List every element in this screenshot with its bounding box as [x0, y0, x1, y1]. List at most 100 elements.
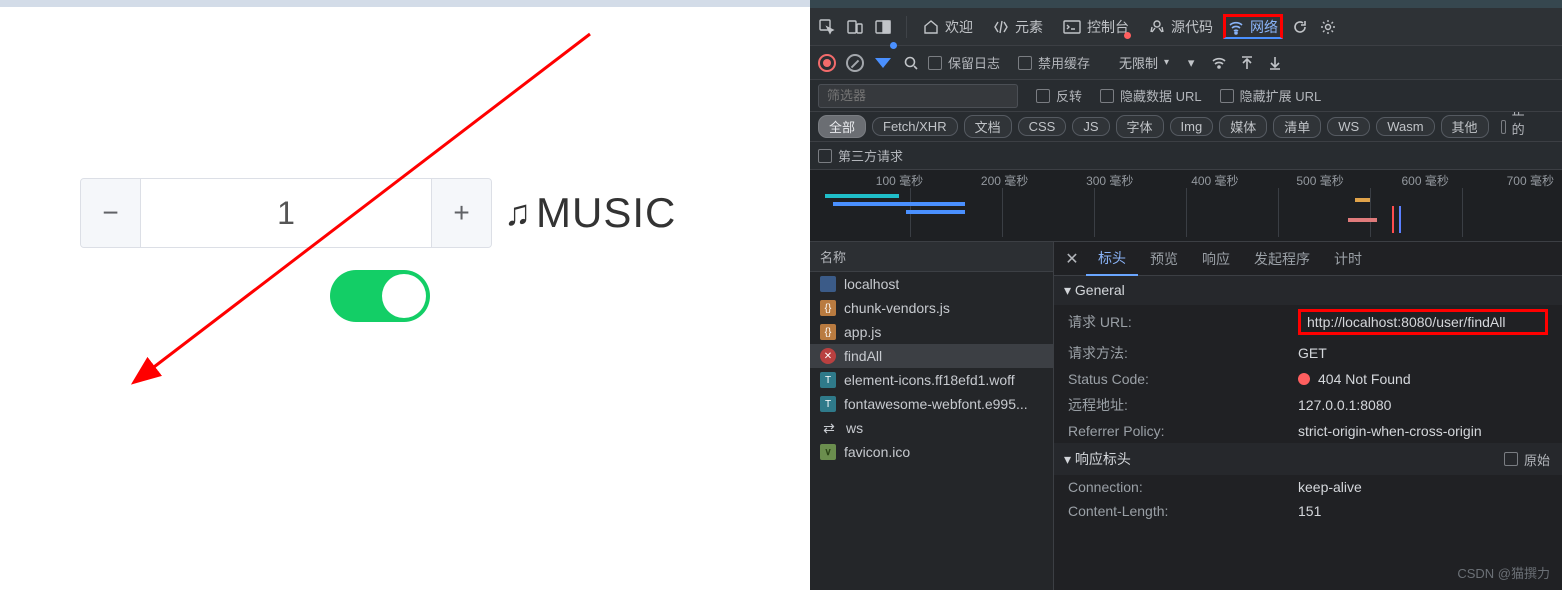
inspect-icon[interactable]	[816, 16, 838, 38]
request-name: findAll	[844, 348, 882, 364]
header-key: 请求 URL:	[1068, 312, 1298, 332]
filter-input[interactable]	[818, 84, 1018, 108]
chip-other[interactable]: 其他	[1441, 115, 1489, 138]
tab-timing[interactable]: 计时	[1322, 243, 1374, 275]
request-row[interactable]: ⇄ws	[810, 416, 1053, 440]
tab-network[interactable]: 网络	[1223, 14, 1283, 39]
settings-icon[interactable]	[1317, 16, 1339, 38]
request-detail: ✕ 标头 预览 响应 发起程序 计时 ▾ General 请求 URL:http…	[1054, 242, 1562, 590]
tab-welcome[interactable]: 欢迎	[913, 13, 983, 41]
request-row[interactable]: ✕findAll	[810, 344, 1053, 368]
request-row[interactable]: Tfontawesome-webfont.e995...	[810, 392, 1053, 416]
file-type-icon	[820, 276, 836, 292]
response-headers-section[interactable]: ▾ 响应标头 原始	[1054, 443, 1562, 475]
request-row[interactable]: localhost	[810, 272, 1053, 296]
header-value: strict-origin-when-cross-origin	[1298, 423, 1548, 439]
status-dot-icon	[1298, 373, 1310, 385]
tab-response[interactable]: 响应	[1190, 243, 1242, 275]
detail-tabs: ✕ 标头 预览 响应 发起程序 计时	[1054, 242, 1562, 276]
request-list-header: 名称	[810, 242, 1053, 272]
chip-ws[interactable]: WS	[1327, 117, 1370, 136]
wifi-icon[interactable]	[1208, 52, 1230, 74]
network-controls: 保留日志 禁用缓存 无限制▾ ▾	[810, 46, 1562, 80]
tab-elements[interactable]: 元素	[983, 13, 1053, 41]
header-value: 404 Not Found	[1298, 371, 1548, 387]
music-label: ♫ MUSIC	[504, 189, 676, 237]
refresh-icon[interactable]	[1289, 16, 1311, 38]
chip-js[interactable]: JS	[1072, 117, 1109, 136]
timeline-tick: 600 毫秒	[1401, 172, 1448, 189]
request-row[interactable]: ∨favicon.ico	[810, 440, 1053, 464]
quantity-value[interactable]: 1	[141, 179, 431, 247]
request-name: ws	[846, 420, 863, 436]
chip-wasm[interactable]: Wasm	[1376, 117, 1434, 136]
file-type-icon: T	[820, 372, 836, 388]
header-value: GET	[1298, 345, 1548, 361]
header-row: Content-Length:151	[1054, 499, 1562, 523]
file-type-icon: {}	[820, 300, 836, 316]
header-row: 远程地址:127.0.0.1:8080	[1054, 391, 1562, 419]
chip-doc[interactable]: 文档	[964, 115, 1012, 138]
tab-preview[interactable]: 预览	[1138, 243, 1190, 275]
network-timeline[interactable]: 100 毫秒 200 毫秒 300 毫秒 400 毫秒 500 毫秒 600 毫…	[810, 170, 1562, 242]
header-value: 151	[1298, 503, 1548, 519]
download-icon[interactable]	[1264, 52, 1286, 74]
header-key: 请求方法:	[1068, 343, 1298, 363]
switch-knob	[382, 274, 426, 318]
chip-css[interactable]: CSS	[1018, 117, 1067, 136]
raw-checkbox[interactable]: 原始	[1504, 450, 1550, 469]
hide-exturl-checkbox[interactable]: 隐藏扩展 URL	[1220, 86, 1322, 105]
request-name: localhost	[844, 276, 899, 292]
chip-fetch[interactable]: Fetch/XHR	[872, 117, 958, 136]
chip-font[interactable]: 字体	[1116, 115, 1164, 138]
chip-all[interactable]: 全部	[818, 115, 866, 138]
header-row: 请求 URL:http://localhost:8080/user/findAl…	[1054, 305, 1562, 339]
timeline-tick: 200 毫秒	[981, 172, 1028, 189]
file-type-icon: T	[820, 396, 836, 412]
request-row[interactable]: {}app.js	[810, 320, 1053, 344]
header-value: 127.0.0.1:8080	[1298, 397, 1548, 413]
dock-icon[interactable]	[872, 16, 894, 38]
caret-down-icon[interactable]: ▾	[1180, 52, 1202, 74]
filter-toggle[interactable]	[872, 52, 894, 74]
toggle-switch[interactable]	[330, 270, 430, 322]
request-row[interactable]: Telement-icons.ff18efd1.woff	[810, 368, 1053, 392]
chip-media[interactable]: 媒体	[1219, 115, 1267, 138]
tab-console[interactable]: 控制台	[1053, 13, 1139, 41]
devtools-panel: 欢迎 元素 控制台 源代码 网络 保留日志 禁用缓存 无限制▾ ▾ 反转 隐	[810, 0, 1562, 590]
general-section[interactable]: ▾ General	[1054, 276, 1562, 305]
clear-button[interactable]	[844, 52, 866, 74]
timeline-tick: 700 毫秒	[1507, 172, 1554, 189]
search-icon[interactable]	[900, 52, 922, 74]
request-name: element-icons.ff18efd1.woff	[844, 372, 1015, 388]
preserve-log-checkbox[interactable]: 保留日志	[928, 53, 1000, 72]
tab-sources[interactable]: 源代码	[1139, 13, 1223, 41]
thirdparty-checkbox[interactable]: 第三方请求	[818, 146, 903, 165]
request-row[interactable]: {}chunk-vendors.js	[810, 296, 1053, 320]
thirdparty-row: 第三方请求	[810, 142, 1562, 170]
hide-dataurl-checkbox[interactable]: 隐藏数据 URL	[1100, 86, 1202, 105]
chip-img[interactable]: Img	[1170, 117, 1214, 136]
tab-initiator[interactable]: 发起程序	[1242, 243, 1322, 275]
header-key: Connection:	[1068, 479, 1298, 495]
record-button[interactable]	[816, 52, 838, 74]
filter-row: 反转 隐藏数据 URL 隐藏扩展 URL	[810, 80, 1562, 112]
invert-checkbox[interactable]: 反转	[1036, 86, 1082, 105]
decrease-button[interactable]: −	[81, 179, 141, 247]
chip-manifest[interactable]: 清单	[1273, 115, 1321, 138]
header-row: Status Code:404 Not Found	[1054, 367, 1562, 391]
upload-icon[interactable]	[1236, 52, 1258, 74]
increase-button[interactable]: +	[431, 179, 491, 247]
request-name: favicon.ico	[844, 444, 910, 460]
close-detail-button[interactable]: ✕	[1058, 249, 1086, 269]
device-icon[interactable]	[844, 16, 866, 38]
disable-cache-checkbox[interactable]: 禁用缓存	[1018, 53, 1090, 72]
blocked-response-checkbox[interactable]: 已阻止的响应 Co	[1501, 112, 1538, 142]
timeline-tick: 500 毫秒	[1296, 172, 1343, 189]
header-key: 远程地址:	[1068, 395, 1298, 415]
request-name: fontawesome-webfont.e995...	[844, 396, 1028, 412]
tab-headers[interactable]: 标头	[1086, 242, 1138, 276]
type-filter-row: 全部 Fetch/XHR 文档 CSS JS 字体 Img 媒体 清单 WS W…	[810, 112, 1562, 142]
throttle-select[interactable]: 无限制▾	[1108, 52, 1180, 74]
quantity-stepper[interactable]: − 1 +	[80, 178, 492, 248]
